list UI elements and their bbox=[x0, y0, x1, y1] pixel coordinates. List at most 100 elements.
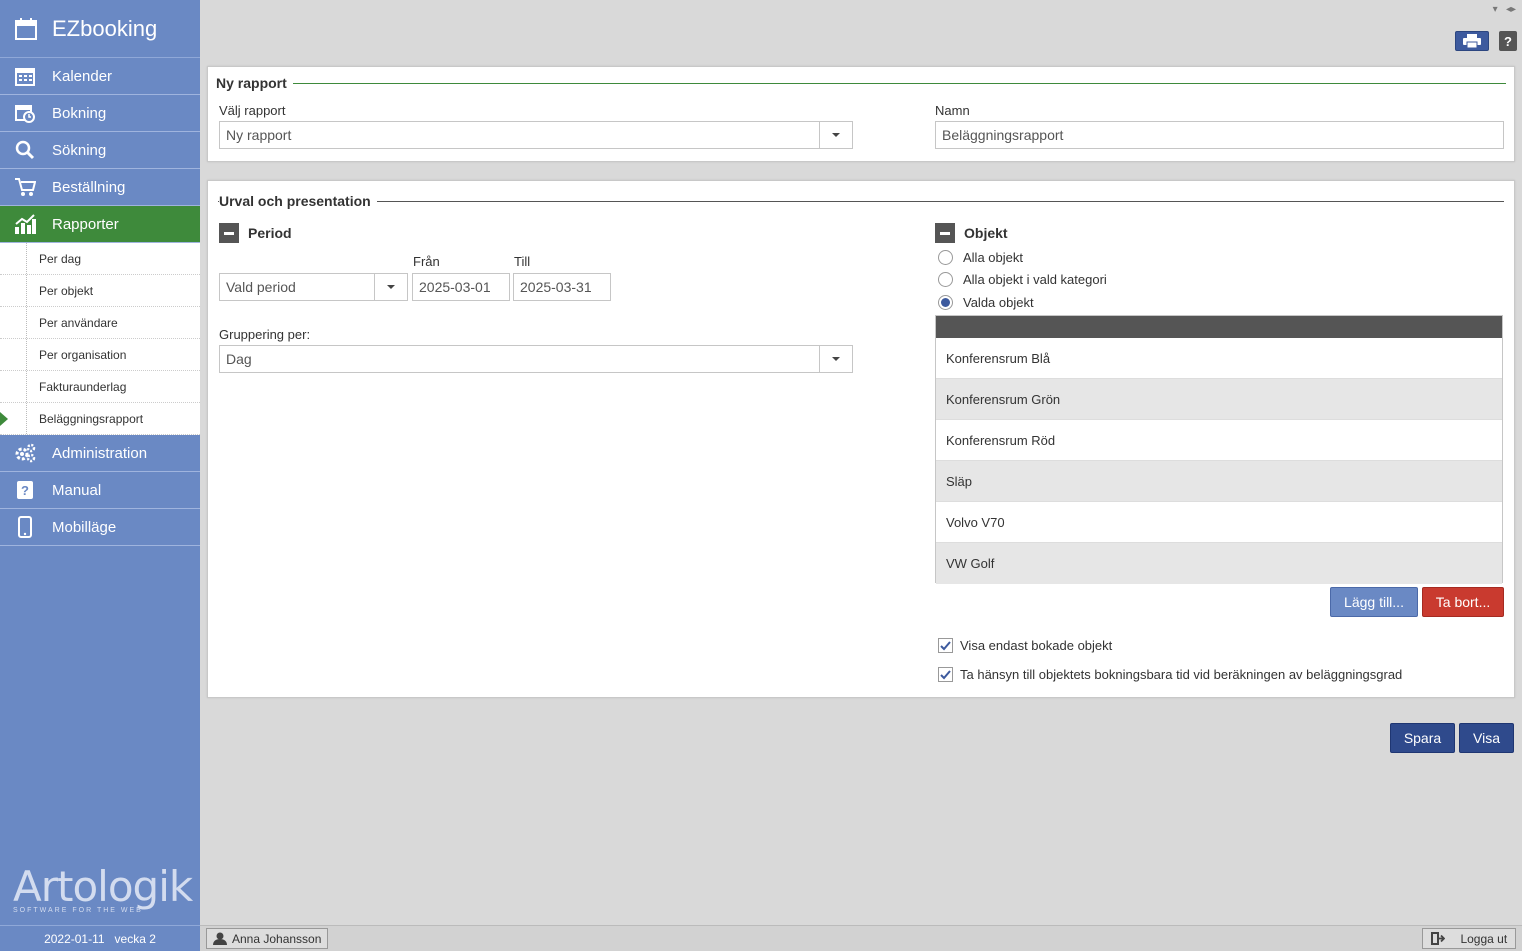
subnav-label: Per användare bbox=[39, 315, 118, 330]
checkbox-label: Ta hänsyn till objektets bokningsbara ti… bbox=[960, 667, 1403, 682]
checkbox-bookable-time[interactable]: Ta hänsyn till objektets bokningsbara ti… bbox=[938, 667, 1402, 682]
subnav-item-per-dag[interactable]: Per dag bbox=[0, 243, 200, 275]
list-item[interactable]: VW Golf bbox=[936, 543, 1502, 584]
nav-label: Beställning bbox=[52, 178, 126, 196]
current-date: 2022-01-11 vecka 2 bbox=[0, 925, 200, 951]
show-button[interactable]: Visa bbox=[1459, 723, 1514, 753]
manual-icon: ? bbox=[14, 479, 36, 501]
logout-button[interactable]: Logga ut bbox=[1422, 928, 1516, 949]
collapse-period-button[interactable] bbox=[219, 223, 239, 243]
objects-list[interactable]: Konferensrum Blå Konferensrum Grön Konfe… bbox=[935, 315, 1503, 584]
subnav-item-belaggningsrapport[interactable]: Beläggningsrapport bbox=[0, 403, 200, 435]
chevron-down-icon[interactable] bbox=[374, 274, 407, 300]
help-button[interactable]: ? bbox=[1499, 31, 1517, 51]
period-type-value: Vald period bbox=[226, 279, 296, 295]
save-button[interactable]: Spara bbox=[1390, 723, 1455, 753]
panel-title: Ny rapport bbox=[216, 75, 293, 91]
list-item[interactable]: Släp bbox=[936, 461, 1502, 502]
nav-label: Manual bbox=[52, 481, 102, 499]
nav-label: Mobilläge bbox=[52, 518, 117, 536]
nav-item-rapporter[interactable]: Rapporter bbox=[0, 206, 200, 243]
from-date-field[interactable]: 2025-03-01 bbox=[412, 273, 510, 301]
printer-icon bbox=[1463, 34, 1481, 48]
grouping-select[interactable]: Dag bbox=[219, 345, 853, 373]
mobile-icon bbox=[14, 516, 36, 538]
collapse-objects-button[interactable] bbox=[935, 223, 955, 243]
sidebar: EZbooking Kalender Bokning Sökning Bestä… bbox=[0, 0, 200, 951]
checkbox-booked-only[interactable]: Visa endast bokade objekt bbox=[938, 638, 1112, 653]
logout-label: Logga ut bbox=[1460, 931, 1508, 946]
nav-item-administration[interactable]: Administration bbox=[0, 435, 200, 472]
subnav-label: Per dag bbox=[39, 251, 82, 266]
logo-text: Artologik bbox=[13, 862, 193, 911]
report-select[interactable]: Ny rapport bbox=[219, 121, 853, 149]
app-brand[interactable]: EZbooking bbox=[0, 0, 200, 58]
subnav-item-per-organisation[interactable]: Per organisation bbox=[0, 339, 200, 371]
user-icon bbox=[213, 932, 227, 945]
subnav-rapporter: Per dag Per objekt Per användare Per org… bbox=[0, 243, 200, 435]
objects-list-header bbox=[936, 316, 1502, 338]
list-item[interactable]: Konferensrum Grön bbox=[936, 379, 1502, 420]
radio-button[interactable] bbox=[938, 250, 953, 265]
radio-category-objects[interactable]: Alla objekt i vald kategori bbox=[938, 272, 1107, 287]
top-bar: ▾ ◂▸ ? bbox=[200, 0, 1522, 58]
status-bar: Anna Johansson Logga ut bbox=[200, 925, 1522, 951]
cart-icon bbox=[14, 176, 36, 198]
list-item[interactable]: Konferensrum Röd bbox=[936, 420, 1502, 461]
list-item[interactable]: Konferensrum Blå bbox=[936, 338, 1502, 379]
list-item[interactable]: Volvo V70 bbox=[936, 502, 1502, 543]
name-field-value: Beläggningsrapport bbox=[942, 127, 1064, 143]
window-controls[interactable]: ▾ ◂▸ bbox=[1493, 4, 1516, 15]
radio-selected-objects[interactable]: Valda objekt bbox=[938, 295, 1034, 310]
subnav-item-per-anvandare[interactable]: Per användare bbox=[0, 307, 200, 339]
radio-button[interactable] bbox=[938, 295, 953, 310]
nav-item-manual[interactable]: ? Manual bbox=[0, 472, 200, 509]
nav-item-kalender[interactable]: Kalender bbox=[0, 58, 200, 95]
from-label: Från bbox=[413, 254, 440, 269]
nav-label: Sökning bbox=[52, 141, 107, 159]
subnav-label: Per organisation bbox=[39, 347, 127, 362]
user-chip[interactable]: Anna Johansson bbox=[206, 928, 329, 949]
main-content: ▾ ◂▸ ? Ny rapport Välj rapport Ny rappor… bbox=[200, 0, 1522, 951]
nav-item-mobillage[interactable]: Mobilläge bbox=[0, 509, 200, 546]
artologik-logo: Artologik SOFTWARE FOR THE WEB bbox=[13, 862, 193, 914]
list-item-label: Konferensrum Grön bbox=[946, 391, 1061, 407]
svg-text:?: ? bbox=[21, 483, 29, 498]
report-panel: Ny rapport Välj rapport Ny rapport Namn … bbox=[207, 66, 1515, 162]
grouping-label: Gruppering per: bbox=[219, 327, 311, 342]
nav-item-bokning[interactable]: Bokning bbox=[0, 95, 200, 132]
print-button[interactable] bbox=[1455, 31, 1489, 51]
subnav-item-fakturaunderlag[interactable]: Fakturaunderlag bbox=[0, 371, 200, 403]
nav-item-sokning[interactable]: Sökning bbox=[0, 132, 200, 169]
nav-label: Bokning bbox=[52, 104, 107, 122]
chevron-down-icon[interactable] bbox=[819, 346, 852, 372]
name-label: Namn bbox=[935, 103, 970, 118]
app-title: EZbooking bbox=[52, 15, 158, 41]
list-item-label: Släp bbox=[946, 473, 973, 489]
chevron-down-icon[interactable] bbox=[819, 122, 852, 148]
to-label: Till bbox=[514, 254, 531, 269]
nav-label: Rapporter bbox=[52, 215, 119, 233]
radio-all-objects[interactable]: Alla objekt bbox=[938, 250, 1023, 265]
period-title: Period bbox=[248, 225, 292, 241]
booking-icon bbox=[14, 102, 36, 124]
checkbox[interactable] bbox=[938, 667, 953, 682]
subnav-item-per-objekt[interactable]: Per objekt bbox=[0, 275, 200, 307]
checkbox[interactable] bbox=[938, 638, 953, 653]
radio-button[interactable] bbox=[938, 272, 953, 287]
nav-label: Administration bbox=[52, 444, 148, 462]
help-icon: ? bbox=[1504, 33, 1512, 49]
radio-label: Valda objekt bbox=[963, 295, 1034, 310]
subnav-label: Per objekt bbox=[39, 283, 94, 298]
select-report-label: Välj rapport bbox=[219, 103, 286, 118]
nav-item-bestallning[interactable]: Beställning bbox=[0, 169, 200, 206]
period-type-select[interactable]: Vald period bbox=[219, 273, 408, 301]
radio-label: Alla objekt bbox=[963, 250, 1023, 265]
remove-object-button[interactable]: Ta bort... bbox=[1422, 587, 1504, 617]
chart-icon bbox=[14, 213, 36, 235]
add-object-button[interactable]: Lägg till... bbox=[1330, 587, 1418, 617]
name-field[interactable]: Beläggningsrapport bbox=[935, 121, 1504, 149]
to-date-field[interactable]: 2025-03-31 bbox=[513, 273, 611, 301]
nav-label: Kalender bbox=[52, 67, 113, 85]
objects-title: Objekt bbox=[964, 225, 1008, 241]
